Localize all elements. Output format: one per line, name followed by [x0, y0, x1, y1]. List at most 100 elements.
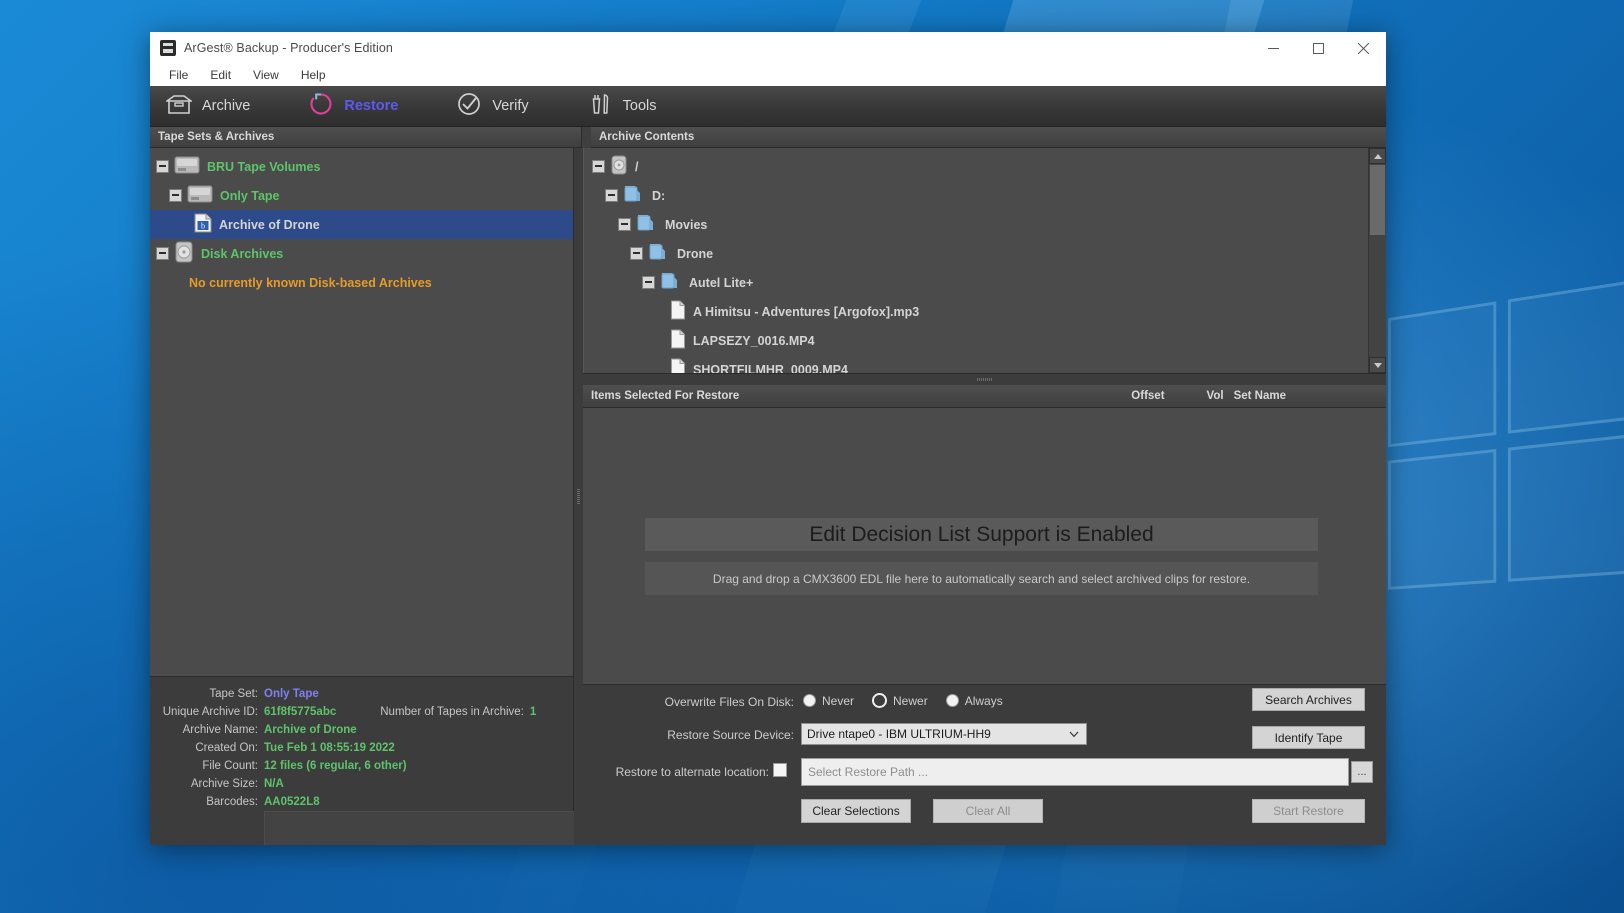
- tree-node-autel-lite-plus[interactable]: Autel Lite+: [590, 268, 1368, 297]
- start-restore-button[interactable]: Start Restore: [1252, 799, 1365, 823]
- radio-newer[interactable]: Newer: [872, 693, 928, 708]
- file-icon: [670, 300, 686, 323]
- info-row-file-count: File Count: 12 files (6 regular, 6 other…: [150, 757, 573, 775]
- search-archives-button[interactable]: Search Archives: [1252, 688, 1365, 711]
- folder-icon: [636, 213, 658, 236]
- tree-node-archive-of-drone[interactable]: b Archive of Drone: [150, 210, 573, 239]
- info-value: Only Tape: [264, 688, 319, 700]
- tree-node-bru-tape-volumes[interactable]: BRU Tape Volumes: [150, 152, 573, 181]
- tree-label: LAPSEZY_0016.MP4: [693, 333, 815, 348]
- edl-status-banner: Edit Decision List Support is Enabled: [645, 518, 1318, 551]
- folder-icon: [623, 184, 645, 207]
- toolbar-archive-label: Archive: [202, 98, 251, 114]
- verify-checkmark-icon: [456, 91, 482, 122]
- info-row-archive-name: Archive Name: Archive of Drone: [150, 721, 573, 739]
- tape-sets-tree[interactable]: BRU Tape Volumes Only Tape b Archive of …: [150, 148, 573, 676]
- menu-help[interactable]: Help: [290, 66, 337, 84]
- info-label: Archive Name:: [182, 724, 258, 736]
- tape-cartridge-icon: [174, 155, 200, 178]
- scroll-track[interactable]: [1369, 164, 1386, 357]
- expander-minus-icon[interactable]: [642, 276, 655, 289]
- info-label: Tape Set:: [209, 688, 258, 700]
- alternate-location-checkbox[interactable]: [773, 763, 787, 777]
- info-label: Created On:: [195, 742, 258, 754]
- close-button[interactable]: [1341, 32, 1386, 64]
- tree-node-root[interactable]: /: [590, 152, 1368, 181]
- radio-dot-icon: [945, 694, 959, 707]
- scroll-up-button[interactable]: [1369, 148, 1386, 164]
- scroll-down-button[interactable]: [1369, 357, 1386, 373]
- menu-file[interactable]: File: [158, 66, 199, 84]
- expander-minus-icon[interactable]: [156, 160, 169, 173]
- tree-label: Autel Lite+: [689, 275, 754, 290]
- vertical-splitter[interactable]: [574, 148, 583, 845]
- restore-source-device-select[interactable]: Drive ntape0 - IBM ULTRIUM-HH9: [801, 723, 1087, 745]
- toolbar-tools[interactable]: Tools: [581, 86, 663, 126]
- chevron-down-icon: [1373, 362, 1382, 368]
- toolbar-verify[interactable]: Verify: [450, 86, 534, 126]
- barcodes-listbox[interactable]: [264, 811, 584, 845]
- restore-list-title: Items Selected For Restore: [591, 390, 740, 402]
- overwrite-radio-group[interactable]: Never Newer Always: [803, 693, 1003, 708]
- expander-minus-icon[interactable]: [605, 189, 618, 202]
- expander-minus-icon[interactable]: [618, 218, 631, 231]
- info-label: Barcodes:: [206, 796, 258, 808]
- info-label-tape-count: Number of Tapes in Archive:: [380, 706, 524, 718]
- tree-node-d-drive[interactable]: D:: [590, 181, 1368, 210]
- info-label: Unique Archive ID:: [162, 706, 258, 718]
- menu-edit[interactable]: Edit: [199, 66, 242, 84]
- tree-node-movies[interactable]: Movies: [590, 210, 1368, 239]
- maximize-button[interactable]: [1296, 32, 1341, 64]
- minimize-button[interactable]: [1251, 32, 1296, 64]
- edl-instructions: Drag and drop a CMX3600 EDL file here to…: [645, 562, 1318, 595]
- info-row-tape-set: Tape Set: Only Tape: [150, 685, 573, 703]
- expander-minus-icon[interactable]: [169, 189, 182, 202]
- scroll-thumb[interactable]: [1370, 165, 1385, 235]
- expander-minus-icon[interactable]: [630, 247, 643, 260]
- info-value: 61f8f5775abc: [264, 706, 337, 718]
- info-label: File Count:: [202, 760, 258, 772]
- tree-node-file-lapsezy[interactable]: LAPSEZY_0016.MP4: [590, 326, 1368, 355]
- restore-items-dropzone[interactable]: Edit Decision List Support is Enabled Dr…: [583, 408, 1386, 684]
- archive-contents-wrapper: / D: Movies Drone Autel Lite+ A Himitsu …: [583, 148, 1386, 374]
- info-value: 12 files (6 regular, 6 other): [264, 760, 407, 772]
- archive-contents-scrollbar[interactable]: [1368, 148, 1386, 373]
- tree-node-file-shortfilmhr[interactable]: SHORTFILMHR_0009.MP4: [590, 355, 1368, 373]
- archive-info-panel: Tape Set: Only Tape Unique Archive ID: 6…: [150, 676, 584, 845]
- clear-all-button[interactable]: Clear All: [933, 799, 1043, 823]
- right-panel-header: Archive Contents: [591, 127, 1386, 148]
- radio-always[interactable]: Always: [945, 694, 1003, 708]
- tree-node-drone[interactable]: Drone: [590, 239, 1368, 268]
- expander-minus-icon[interactable]: [592, 160, 605, 173]
- identify-tape-button[interactable]: Identify Tape: [1252, 726, 1365, 749]
- alternate-location-label: Restore to alternate location:: [615, 765, 769, 779]
- toolbar-restore[interactable]: Restore: [302, 86, 404, 126]
- info-row-unique-archive-id: Unique Archive ID: 61f8f5775abc Number o…: [150, 703, 573, 721]
- expander-minus-icon[interactable]: [156, 247, 169, 260]
- archive-contents-tree[interactable]: / D: Movies Drone Autel Lite+ A Himitsu …: [583, 148, 1368, 373]
- application-window: ArGest® Backup - Producer's Edition File…: [150, 32, 1386, 845]
- radio-never[interactable]: Never: [803, 694, 854, 708]
- restore-path-input[interactable]: Select Restore Path ...: [801, 758, 1349, 786]
- tree-node-file-mp3[interactable]: A Himitsu - Adventures [Argofox].mp3: [590, 297, 1368, 326]
- horizontal-splitter[interactable]: [583, 374, 1386, 385]
- title-bar: ArGest® Backup - Producer's Edition: [150, 32, 1386, 64]
- clear-selections-button[interactable]: Clear Selections: [801, 799, 911, 823]
- tree-node-disk-archives[interactable]: Disk Archives: [150, 239, 573, 268]
- tree-node-no-disk-archives: No currently known Disk-based Archives: [150, 268, 573, 297]
- tree-label: No currently known Disk-based Archives: [189, 275, 432, 290]
- app-logo-icon: [160, 40, 176, 56]
- info-row-archive-size: Archive Size: N/A: [150, 775, 573, 793]
- tree-node-only-tape[interactable]: Only Tape: [150, 181, 573, 210]
- toolbar-verify-label: Verify: [492, 98, 529, 114]
- toolbar-archive[interactable]: Archive: [160, 86, 256, 126]
- radio-dot-icon: [803, 694, 816, 707]
- restore-list-header: Items Selected For Restore Offset Vol Se…: [583, 385, 1386, 408]
- window-controls: [1251, 32, 1386, 64]
- browse-path-button[interactable]: ...: [1351, 761, 1373, 783]
- tree-label: Archive of Drone: [219, 217, 320, 232]
- info-row-created-on: Created On: Tue Feb 1 08:55:19 2022: [150, 739, 573, 757]
- column-set-name: Set Name: [1233, 390, 1286, 402]
- menu-view[interactable]: View: [242, 66, 290, 84]
- radio-newer-label: Newer: [893, 693, 928, 708]
